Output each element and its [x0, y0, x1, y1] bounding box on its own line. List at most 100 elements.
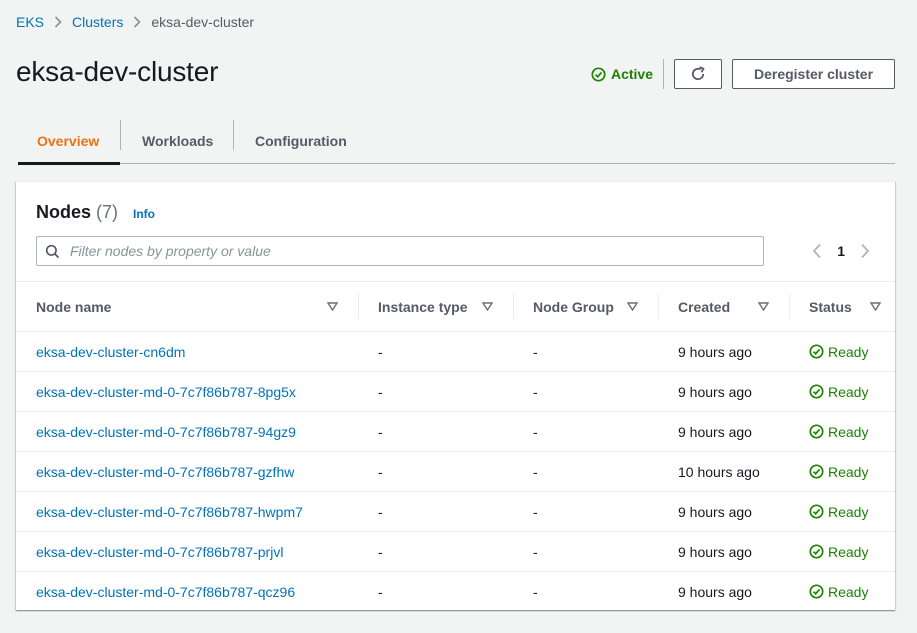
deregister-cluster-button[interactable]: Deregister cluster	[732, 59, 895, 89]
chevron-left-icon	[812, 243, 821, 259]
breadcrumb-eks-link[interactable]: EKS	[16, 14, 44, 30]
divider	[663, 59, 664, 89]
status-label: Ready	[828, 383, 869, 400]
table-row: eksa-dev-cluster-md-0-7c7f86b787-94gz9 - -…	[16, 411, 895, 452]
cell-node-name: eksa-dev-cluster-md-0-7c7f86b787-prjvl	[16, 531, 358, 572]
cluster-status: Active	[591, 66, 653, 82]
sort-caret-down-icon	[482, 302, 493, 311]
nodes-count: (7)	[96, 202, 119, 222]
table-row: eksa-dev-cluster-md-0-7c7f86b787-prjvl - -…	[16, 531, 895, 572]
search-icon	[45, 244, 60, 258]
breadcrumb: EKS Clusters eksa-dev-cluster	[16, 13, 254, 31]
tab-bar: Overview Workloads Configuration	[18, 118, 895, 165]
cell-created: 9 hours ago	[658, 371, 789, 412]
status-label: Ready	[828, 343, 869, 360]
cell-instance-type: -	[378, 583, 383, 600]
column-label: Status	[809, 298, 852, 315]
cell-created: 9 hours ago	[678, 583, 752, 600]
cell-node-name: eksa-dev-cluster-md-0-7c7f86b787-gzfhw	[16, 451, 358, 492]
check-circle-icon	[809, 544, 824, 559]
check-circle-icon	[809, 584, 824, 599]
sort-caret-down-icon	[870, 302, 881, 311]
cell-created: 9 hours ago	[658, 491, 789, 532]
tab-workloads[interactable]: Workloads	[121, 118, 233, 164]
cell-node-group: -	[533, 583, 538, 600]
nodes-header: Nodes (7) Info	[36, 202, 155, 223]
header-actions: Active Deregister cluster	[591, 59, 895, 89]
node-link[interactable]: eksa-dev-cluster-md-0-7c7f86b787-gzfhw	[36, 464, 294, 480]
table-header-row: Node name Instance type Node Group Creat…	[16, 281, 895, 332]
check-circle-icon	[809, 464, 824, 479]
cell-instance-type: -	[358, 531, 513, 572]
node-link[interactable]: eksa-dev-cluster-md-0-7c7f86b787-qcz96	[36, 584, 295, 600]
cell-node-name: eksa-dev-cluster-md-0-7c7f86b787-8pg5x	[16, 371, 358, 412]
cell-instance-type: -	[358, 411, 513, 452]
cell-instance-type: -	[358, 451, 513, 492]
filter-nodes-input[interactable]	[70, 243, 730, 259]
status-label: Ready	[828, 583, 869, 600]
cell-created: 9 hours ago	[658, 531, 789, 572]
column-header-node-name[interactable]: Node name	[16, 282, 358, 332]
node-link[interactable]: eksa-dev-cluster-md-0-7c7f86b787-prjvl	[36, 544, 283, 560]
status-label: Ready	[828, 503, 869, 520]
check-circle-icon	[809, 344, 824, 359]
table-row: eksa-dev-cluster-md-0-7c7f86b787-gzfhw - -…	[16, 451, 895, 492]
node-link[interactable]: eksa-dev-cluster-cn6dm	[36, 344, 185, 360]
cell-status: Ready	[789, 371, 895, 412]
cluster-status-label: Active	[610, 66, 653, 82]
check-circle-icon	[591, 66, 606, 82]
cell-node-group: -	[513, 331, 658, 372]
cell-status: Ready	[789, 331, 895, 372]
refresh-icon	[691, 66, 705, 81]
check-circle-icon	[809, 424, 824, 439]
check-circle-icon	[809, 384, 824, 399]
status-label: Ready	[828, 543, 869, 560]
column-header-instance-type[interactable]: Instance type	[358, 282, 513, 332]
nodes-title: Nodes	[36, 202, 92, 222]
cell-status: Ready	[789, 451, 895, 492]
next-page-button[interactable]	[855, 240, 875, 262]
previous-page-button[interactable]	[807, 240, 827, 262]
tab-overview[interactable]: Overview	[18, 118, 120, 165]
chevron-right-icon	[861, 243, 870, 259]
cell-node-group: -	[513, 371, 658, 412]
node-link[interactable]: eksa-dev-cluster-md-0-7c7f86b787-hwpm7	[36, 504, 303, 520]
info-link[interactable]: Info	[133, 207, 155, 221]
cell-instance-type: -	[358, 491, 513, 532]
cell-status: Ready	[789, 572, 895, 612]
table-row: eksa-dev-cluster-md-0-7c7f86b787-8pg5x - -…	[16, 371, 895, 412]
table-row: eksa-dev-cluster-md-0-7c7f86b787-qcz96 - -…	[16, 572, 895, 612]
cell-status: Ready	[789, 491, 895, 532]
page-title: eksa-dev-cluster	[16, 56, 219, 87]
column-header-node-group[interactable]: Node Group	[513, 282, 658, 332]
sort-caret-down-icon	[627, 302, 638, 311]
cell-node-group: -	[513, 531, 658, 572]
pagination: 1	[807, 240, 875, 262]
page-number[interactable]: 1	[837, 243, 845, 259]
cell-status: Ready	[789, 411, 895, 452]
node-link[interactable]: eksa-dev-cluster-md-0-7c7f86b787-8pg5x	[36, 384, 296, 400]
nodes-table: Node name Instance type Node Group Creat…	[16, 281, 895, 612]
table-row: eksa-dev-cluster-cn6dm - -9 hours ago Ready	[16, 331, 895, 372]
sort-caret-down-icon	[758, 302, 769, 311]
column-label: Node Group	[533, 298, 614, 315]
cell-created: 9 hours ago	[658, 411, 789, 452]
cell-node-group: -	[513, 451, 658, 492]
cell-created: 9 hours ago	[658, 331, 789, 372]
chevron-right-icon	[54, 16, 62, 28]
cell-node-name: eksa-dev-cluster-md-0-7c7f86b787-qcz96	[16, 572, 358, 612]
nodes-panel: Nodes (7) Info 1 Node name Instance type…	[16, 181, 895, 610]
cell-status: Ready	[789, 531, 895, 572]
refresh-button[interactable]	[674, 59, 722, 89]
breadcrumb-clusters-link[interactable]: Clusters	[72, 14, 123, 30]
node-link[interactable]: eksa-dev-cluster-md-0-7c7f86b787-94gz9	[36, 424, 296, 440]
column-header-status[interactable]: Status	[789, 282, 895, 332]
column-header-created[interactable]: Created	[658, 282, 789, 332]
tab-configuration[interactable]: Configuration	[234, 118, 364, 164]
cell-node-group: -	[513, 491, 658, 532]
table-row: eksa-dev-cluster-md-0-7c7f86b787-hwpm7 - -…	[16, 491, 895, 532]
cell-node-name: eksa-dev-cluster-md-0-7c7f86b787-hwpm7	[16, 491, 358, 532]
filter-nodes	[36, 236, 764, 266]
chevron-right-icon	[133, 16, 142, 28]
column-label: Created	[678, 298, 731, 315]
